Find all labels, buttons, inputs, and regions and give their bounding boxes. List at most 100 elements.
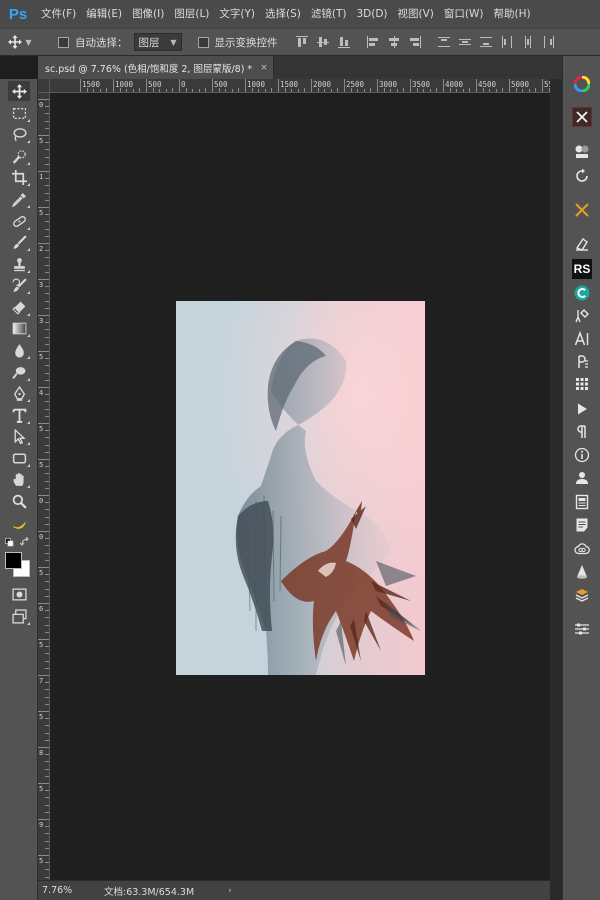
brush-tool[interactable] bbox=[8, 232, 30, 252]
actions-panel-button[interactable] bbox=[572, 374, 592, 394]
layers-panel-button[interactable] bbox=[572, 585, 592, 605]
menu-help[interactable]: 帮助(H) bbox=[489, 0, 536, 28]
zoom-level[interactable]: 7.76% bbox=[38, 885, 84, 896]
history-brush-tool[interactable] bbox=[8, 275, 30, 295]
color-panel-button[interactable] bbox=[572, 74, 592, 94]
tool-presets-button[interactable] bbox=[572, 306, 592, 326]
type-tool[interactable] bbox=[8, 405, 30, 425]
distribute-hcenter-icon[interactable] bbox=[522, 36, 534, 48]
distribute-top-icon[interactable] bbox=[437, 36, 450, 48]
notes-panel-button[interactable] bbox=[572, 515, 592, 535]
ruler-minor-tick bbox=[45, 768, 49, 770]
menu-edit[interactable]: 编辑(E) bbox=[81, 0, 127, 28]
rectangle-icon bbox=[12, 452, 26, 464]
quick-mask-button[interactable] bbox=[8, 584, 30, 604]
paragraph-styles-button[interactable] bbox=[572, 352, 592, 372]
auto-select-dropdown[interactable]: 图层 ▼ bbox=[133, 33, 182, 51]
ruler-origin[interactable] bbox=[38, 79, 50, 93]
scissors-panel-button[interactable] bbox=[572, 107, 592, 127]
align-vcenter-icon[interactable] bbox=[316, 36, 329, 48]
menu-file[interactable]: 文件(F) bbox=[36, 0, 81, 28]
canvas-area[interactable] bbox=[50, 93, 550, 880]
character-panel-button[interactable] bbox=[572, 329, 592, 349]
hand-tool[interactable] bbox=[8, 469, 30, 489]
pen-tool[interactable] bbox=[8, 383, 30, 403]
chevron-down-icon: ▼ bbox=[25, 37, 32, 47]
photoshop-logo[interactable]: Ps bbox=[0, 0, 36, 28]
history-panel-button[interactable] bbox=[572, 166, 592, 186]
ruler-minor-tick bbox=[45, 869, 49, 871]
3d-panel-button[interactable] bbox=[572, 562, 592, 582]
screen-mode-button[interactable] bbox=[8, 606, 30, 626]
swap-colors-icon[interactable] bbox=[20, 537, 30, 547]
horizontal-ruler[interactable]: 1500 1000 500 0 500 1000 1500 2000 2500 3000 3500 4… bbox=[50, 79, 550, 93]
align-hcenter-icon[interactable] bbox=[388, 36, 400, 48]
clone-source-button[interactable] bbox=[572, 234, 592, 254]
vertical-ruler[interactable]: 0 5 1 5 2 3 3 5 4 5 5 0 0 5 6 5 7 5 8 5 9 5 bbox=[38, 93, 50, 880]
zoom-tool[interactable] bbox=[8, 491, 30, 511]
distribute-right-icon[interactable] bbox=[543, 36, 555, 48]
adjustments-panel-button[interactable] bbox=[572, 142, 592, 162]
creative-cloud-button[interactable] bbox=[572, 539, 592, 559]
brush-icon bbox=[13, 234, 27, 249]
dodge-tool[interactable] bbox=[8, 362, 30, 382]
crop-tool[interactable] bbox=[8, 167, 30, 187]
ruler-label: 3500 bbox=[412, 80, 431, 89]
distribute-bottom-icon[interactable] bbox=[479, 36, 492, 48]
c-plugin-button[interactable] bbox=[572, 283, 592, 303]
move-tool[interactable] bbox=[8, 81, 30, 101]
foreground-color-swatch[interactable] bbox=[5, 552, 22, 569]
menu-type[interactable]: 文字(Y) bbox=[214, 0, 260, 28]
clone-stamp-tool[interactable] bbox=[8, 254, 30, 274]
rectangle-tool[interactable] bbox=[8, 448, 30, 468]
menu-select[interactable]: 选择(S) bbox=[260, 0, 306, 28]
align-bottom-icon[interactable] bbox=[337, 36, 350, 48]
close-icon[interactable]: × bbox=[260, 63, 268, 73]
brush-settings-button[interactable] bbox=[572, 200, 592, 220]
quick-select-tool[interactable] bbox=[8, 146, 30, 166]
status-menu-arrow[interactable]: › bbox=[228, 886, 232, 896]
auto-select-checkbox[interactable] bbox=[58, 36, 69, 48]
menu-layer[interactable]: 图层(L) bbox=[169, 0, 214, 28]
ruler-minor-tick bbox=[258, 89, 260, 92]
healing-brush-tool[interactable] bbox=[8, 211, 30, 231]
ruler-minor-tick bbox=[462, 89, 464, 92]
ruler-minor-tick bbox=[45, 235, 49, 237]
menu-filter[interactable]: 滤镜(T) bbox=[306, 0, 352, 28]
info-panel-button[interactable] bbox=[572, 445, 592, 465]
banana-tool[interactable] bbox=[8, 513, 30, 533]
align-top-icon[interactable] bbox=[295, 36, 308, 48]
properties-panel-button[interactable] bbox=[572, 619, 592, 639]
show-transform-checkbox[interactable] bbox=[197, 36, 209, 48]
marquee-tool[interactable] bbox=[8, 103, 30, 123]
document-size-info: 文档:63.3M/654.3M bbox=[104, 886, 195, 898]
play-button[interactable] bbox=[572, 399, 592, 419]
tool-preset-picker[interactable]: ▼ bbox=[0, 35, 40, 49]
distribute-left-icon[interactable] bbox=[501, 36, 513, 48]
gradient-tool[interactable] bbox=[8, 318, 30, 338]
libraries-panel-button[interactable] bbox=[572, 492, 592, 512]
eraser-tool[interactable] bbox=[8, 297, 30, 317]
menu-view[interactable]: 视图(V) bbox=[393, 0, 439, 28]
align-left-icon[interactable] bbox=[366, 36, 379, 48]
menu-window[interactable]: 窗口(W) bbox=[439, 0, 489, 28]
eyedropper-tool[interactable] bbox=[8, 189, 30, 209]
document-image[interactable] bbox=[176, 301, 425, 675]
blur-tool[interactable] bbox=[8, 340, 30, 360]
ruler-minor-tick bbox=[45, 408, 49, 410]
default-colors-icon[interactable] bbox=[5, 538, 14, 547]
ruler-minor-tick bbox=[45, 754, 49, 756]
path-selection-tool[interactable] bbox=[8, 426, 30, 446]
ruler-minor-tick bbox=[45, 127, 49, 129]
lasso-tool[interactable] bbox=[8, 124, 30, 144]
document-tab[interactable]: sc.psd @ 7.76% (色相/饱和度 2, 图层蒙版/8) * × bbox=[38, 56, 274, 79]
ruler-major-tick bbox=[38, 351, 49, 352]
menu-3d[interactable]: 3D(D) bbox=[351, 0, 392, 28]
ruler-minor-tick bbox=[45, 552, 49, 554]
rs-plugin-button[interactable]: RS bbox=[572, 259, 592, 279]
menu-image[interactable]: 图像(I) bbox=[127, 0, 169, 28]
paragraph-panel-button[interactable] bbox=[572, 422, 592, 442]
distribute-vcenter-icon[interactable] bbox=[458, 36, 471, 48]
align-right-icon[interactable] bbox=[409, 36, 421, 48]
user-panel-button[interactable] bbox=[572, 468, 592, 488]
